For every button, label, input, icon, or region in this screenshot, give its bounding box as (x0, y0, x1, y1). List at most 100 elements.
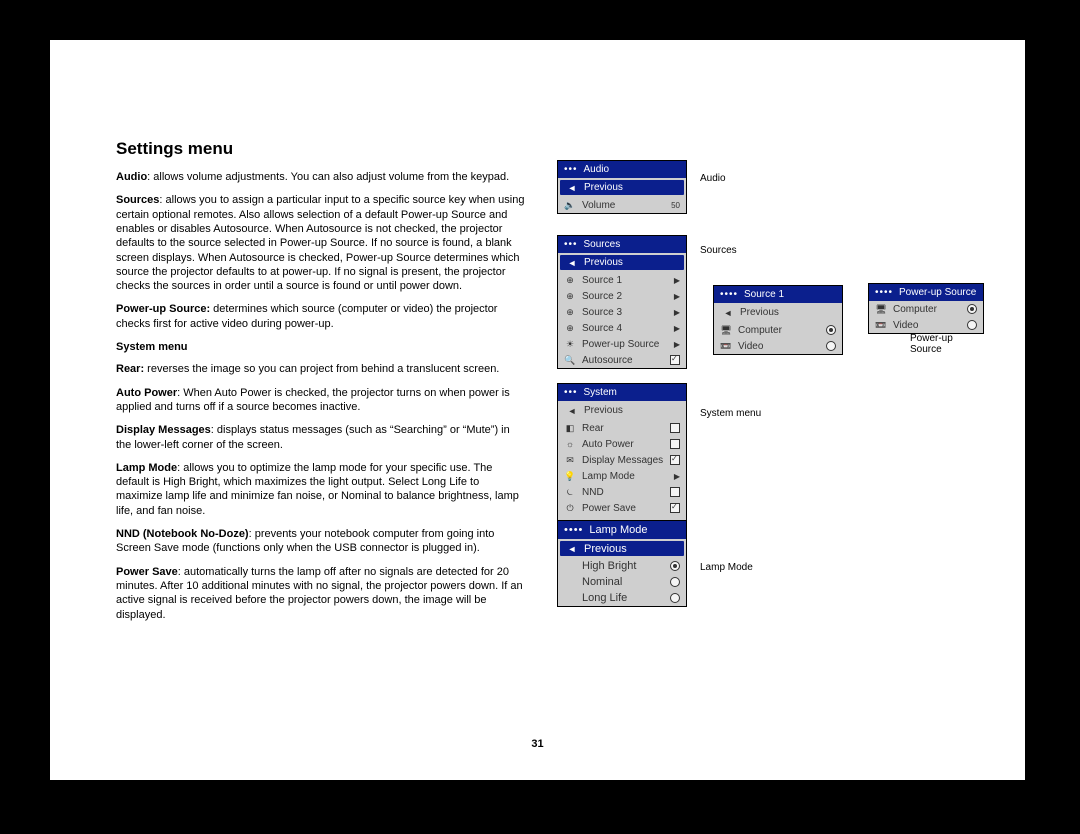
menu-system-nnd: ⏾ NND (558, 484, 686, 500)
menu-powerup-title: Power-up Source (899, 287, 976, 298)
breadcrumb-dots-icon: •••• (875, 287, 893, 298)
power-icon: ⏻ (564, 503, 576, 514)
menu-system-rear: ◧ Rear (558, 420, 686, 436)
menu-sources: ••• Sources ◄ Previous ⊕Source 1▶ ⊕ Sourc… (557, 235, 687, 369)
radio-icon (967, 304, 977, 314)
caption-system: System menu (700, 408, 761, 419)
lamp-icon: 💡 (564, 471, 576, 482)
label-longlife: Long Life (582, 592, 664, 604)
label-autopower: Auto Power (582, 439, 664, 450)
menu-source1: •••• Source 1 ◄ Previous 🖥Computer 📼Vide… (713, 285, 843, 355)
radio-icon (670, 561, 680, 571)
menu-audio-previous: ◄ Previous (560, 180, 684, 195)
message-icon: ✉ (564, 455, 576, 466)
menu-powerup-source: •••• Power-up Source 🖥Computer 📼 Video (868, 283, 984, 334)
system-subhead: System menu (116, 340, 526, 354)
label-rear: Rear (582, 423, 664, 434)
menu-audio-volume-row: 🔈 Volume 50 (558, 197, 686, 213)
para-sources: Sources: allows you to assign a particul… (116, 193, 526, 293)
label-highbright: High Bright (582, 560, 664, 572)
term-rear: Rear: (116, 363, 144, 375)
menu-audio-title: Audio (584, 164, 610, 175)
term-powersave: Power Save (116, 566, 178, 578)
label-previous: Previous (584, 405, 678, 416)
label-video: Video (738, 341, 820, 352)
label-volume: Volume (582, 200, 662, 211)
label-source4: Source 4 (582, 323, 662, 334)
arrow-left-icon: ◄ (566, 183, 578, 193)
arrow-left-icon: ◄ (722, 308, 734, 318)
video-icon: 📼 (875, 320, 887, 331)
arrow-right-icon: ▶ (668, 308, 680, 317)
radio-icon (967, 320, 977, 330)
menu-audio-titlebar: ••• Audio (558, 161, 686, 178)
label-computer: Computer (738, 325, 820, 336)
power-icon: ☀ (564, 339, 576, 350)
video-icon: 📼 (720, 341, 732, 352)
magnify-icon: 🔍 (564, 355, 576, 366)
breadcrumb-dots-icon: •••• (564, 524, 583, 536)
label-powerup-source: Power-up Source (582, 339, 662, 350)
power-icon: ☼ (564, 439, 576, 449)
menu-lampmode-nominal: Nominal (558, 574, 686, 590)
checkbox-icon (670, 355, 680, 365)
label-powersave: Power Save (582, 503, 664, 514)
menu-powerup-video: 📼 Video (869, 317, 983, 333)
menu-sources-item: ⊕Source 1▶ (558, 272, 686, 288)
page-heading: Settings menu (116, 138, 526, 160)
menu-sources-item: ⊕ Source 3 ▶ (558, 304, 686, 320)
term-sources: Sources (116, 194, 159, 206)
manual-page: Settings menu Audio: allows volume adjus… (50, 40, 1025, 780)
menu-powerup-computer: 🖥Computer (869, 301, 983, 317)
source-icon: ⊕ (564, 323, 576, 334)
breadcrumb-dots-icon: •••• (720, 289, 738, 300)
para-lampmode: Lamp Mode: allows you to optimize the la… (116, 461, 526, 518)
checkbox-icon (670, 503, 680, 513)
menu-audio: ••• Audio ◄ Previous 🔈 Volume 50 (557, 160, 687, 214)
caption-audio: Audio (700, 173, 726, 184)
breadcrumb-dots-icon: ••• (564, 387, 578, 398)
arrow-right-icon: ▶ (668, 292, 680, 301)
arrow-left-icon: ◄ (566, 544, 578, 554)
menu-system: ••• System ◄ Previous ◧Rear ☼Auto Power … (557, 383, 687, 533)
radio-icon (826, 341, 836, 351)
rear-icon: ◧ (564, 423, 576, 434)
term-audio: Audio (116, 171, 147, 183)
caption-sources: Sources (700, 245, 737, 256)
value-volume: 50 (668, 201, 680, 210)
desc-powersave: : automatically turns the lamp off after… (116, 566, 523, 621)
menu-sources-title: Sources (584, 239, 621, 250)
arrow-right-icon: ▶ (668, 276, 680, 285)
computer-icon: 🖥 (875, 304, 887, 315)
arrow-left-icon: ◄ (566, 258, 578, 268)
menu-source1-video: 📼 Video (714, 338, 842, 354)
checkbox-icon (670, 423, 680, 433)
menu-system-display: ✉Display Messages (558, 452, 686, 468)
breadcrumb-dots-icon: ••• (564, 164, 578, 175)
source-icon: ⊕ (564, 291, 576, 302)
label-nnd: NND (582, 487, 664, 498)
menu-sources-previous: ◄ Previous (560, 255, 684, 270)
para-nnd: NND (Notebook No-Doze): prevents your no… (116, 527, 526, 556)
label-autosource: Autosource (582, 355, 664, 366)
menu-lampmode: •••• Lamp Mode ◄ Previous High Bright No… (557, 520, 687, 607)
menu-sources-powerup: ☀ Power-up Source ▶ (558, 336, 686, 352)
label-video: Video (893, 320, 961, 331)
checkbox-icon (670, 455, 680, 465)
source-icon: ⊕ (564, 307, 576, 318)
para-autopower: Auto Power: When Auto Power is checked, … (116, 386, 526, 415)
menu-sources-item: ⊕Source 4▶ (558, 320, 686, 336)
label-source3: Source 3 (582, 307, 662, 318)
menu-source1-computer: 🖥Computer (714, 322, 842, 338)
speaker-icon: 🔈 (564, 200, 576, 211)
para-rear: Rear: reverses the image so you can proj… (116, 362, 526, 376)
menu-sources-titlebar: ••• Sources (558, 236, 686, 253)
label-previous: Previous (584, 543, 678, 555)
radio-icon (826, 325, 836, 335)
arrow-right-icon: ▶ (668, 340, 680, 349)
radio-icon (670, 593, 680, 603)
menu-source1-previous: ◄ Previous (716, 305, 840, 320)
nnd-icon: ⏾ (564, 487, 576, 498)
source-icon: ⊕ (564, 275, 576, 286)
term-autopower: Auto Power (116, 387, 177, 399)
